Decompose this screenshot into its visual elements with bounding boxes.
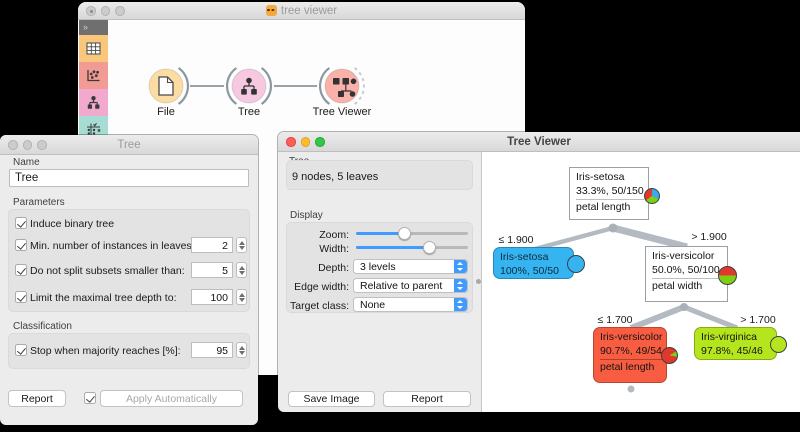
apply-automatically-button[interactable]: Apply Automatically <box>100 390 243 407</box>
edge-label: > 1.700 <box>740 314 775 326</box>
widget-label-tree-viewer: Tree Viewer <box>313 106 372 118</box>
name-section-label: Name <box>13 157 40 168</box>
widget-tree-viewer[interactable] <box>320 68 364 104</box>
dropdown-arrows-icon <box>454 298 467 311</box>
width-slider[interactable] <box>356 241 468 254</box>
class-distribution-pie <box>770 336 787 353</box>
min-instances-checkbox[interactable] <box>15 239 27 251</box>
tree-info-box: 9 nodes, 5 leaves <box>286 160 473 190</box>
dropdown-arrows-icon <box>454 279 467 292</box>
widget-file[interactable] <box>149 68 188 104</box>
node-class: Iris-virginica <box>701 331 776 345</box>
node-stat: 50.0%, 50/100 <box>652 264 727 278</box>
node-split-attr: petal length <box>576 201 648 215</box>
collapse-handle[interactable] <box>609 224 618 233</box>
zoom-slider[interactable] <box>356 227 468 240</box>
depth-label: Depth: <box>287 262 349 274</box>
target-class-value: None <box>360 299 385 311</box>
edge-label: > 1.900 <box>691 231 726 243</box>
collapse-handle[interactable] <box>680 303 688 311</box>
depth-value: 3 levels <box>360 261 396 273</box>
max-depth-label: Limit the maximal tree depth to: <box>30 292 176 304</box>
target-class-select[interactable]: None <box>353 297 468 312</box>
tree-scene[interactable]: Iris-setosa 33.3%, 50/150 petal length I… <box>481 152 800 412</box>
majority-label: Stop when majority reaches [%]: <box>30 345 181 357</box>
width-slider-knob[interactable] <box>423 241 436 254</box>
node-stat: 90.7%, 49/54 <box>600 345 666 359</box>
widget-label-file: File <box>157 106 175 118</box>
width-slider-label: Width: <box>287 243 349 255</box>
majority-checkbox[interactable] <box>15 344 27 356</box>
node-leaf-count: 9 nodes, 5 leaves <box>292 171 378 183</box>
binary-tree-checkbox[interactable] <box>15 217 27 229</box>
no-split-label: Do not split subsets smaller than: <box>30 265 185 277</box>
classification-section-label: Classification <box>13 321 72 332</box>
node-stat: 100%, 50/50 <box>500 265 573 279</box>
min-instances-label: Min. number of instances in leaves: <box>30 240 195 252</box>
viewer-report-button[interactable]: Report <box>383 391 471 407</box>
name-input[interactable] <box>9 169 249 187</box>
parameters-group: Induce binary tree Min. number of instan… <box>8 209 250 312</box>
tree-viewer-titlebar: Tree Viewer <box>278 132 800 152</box>
binary-tree-label: Induce binary tree <box>30 218 114 230</box>
tree-node-root[interactable]: Iris-setosa 33.3%, 50/150 petal length <box>569 167 649 220</box>
node-class: Iris-setosa <box>576 171 648 185</box>
display-group: Zoom: Width: Depth: 3 levels Edge width:… <box>286 222 473 313</box>
tree-node-virginica-leaf[interactable]: Iris-virginica 97.8%, 45/46 <box>694 327 777 360</box>
widget-tree[interactable] <box>227 68 271 104</box>
node-split-attr: petal width <box>652 280 727 294</box>
no-split-spinbox[interactable]: 5 <box>191 262 233 278</box>
node-split-attr: petal length <box>600 361 666 375</box>
tree-viewer-title: Tree Viewer <box>278 136 800 148</box>
tree-dialog-window: Tree Name Parameters Induce binary tree … <box>0 135 258 425</box>
majority-spinbox[interactable]: 95 <box>191 342 233 358</box>
class-distribution-pie <box>718 266 737 285</box>
no-split-stepper[interactable] <box>236 262 247 278</box>
classification-group: Stop when majority reaches [%]: 95 <box>8 333 250 369</box>
edge-width-label: Edge width: <box>287 281 349 293</box>
widget-label-tree: Tree <box>238 106 260 118</box>
apply-auto-checkbox[interactable] <box>84 392 96 404</box>
class-distribution-pie <box>567 255 585 273</box>
no-split-checkbox[interactable] <box>15 264 27 276</box>
class-distribution-pie <box>644 188 660 204</box>
class-distribution-pie <box>661 347 678 364</box>
parameters-section-label: Parameters <box>13 197 65 208</box>
min-instances-stepper[interactable] <box>236 237 247 253</box>
dropdown-arrows-icon <box>454 260 467 273</box>
display-section-label: Display <box>290 210 323 221</box>
edge-label: ≤ 1.700 <box>598 314 633 326</box>
tree-node-versicolor-2[interactable]: Iris-versicolor 90.7%, 49/54 petal lengt… <box>593 327 667 383</box>
node-class: Iris-versicolor <box>600 331 666 345</box>
target-class-label: Target class: <box>287 300 349 312</box>
report-button[interactable]: Report <box>8 390 66 407</box>
edge-width-select[interactable]: Relative to parent <box>353 278 468 293</box>
save-image-button[interactable]: Save Image <box>288 391 375 407</box>
max-depth-spinbox[interactable]: 100 <box>191 289 233 305</box>
tree-viewer-window: Tree Viewer Tree 9 nodes, 5 leaves Displ… <box>278 132 800 412</box>
desktop: tree viewer » <box>0 0 800 432</box>
majority-stepper[interactable] <box>236 342 247 358</box>
zoom-slider-label: Zoom: <box>287 229 349 241</box>
edge-width-value: Relative to parent <box>360 280 442 292</box>
node-class: Iris-setosa <box>500 251 573 265</box>
collapse-handle[interactable] <box>628 386 635 393</box>
edge-label: ≤ 1.900 <box>499 234 534 246</box>
tree-dialog-titlebar: Tree <box>0 135 258 155</box>
max-depth-stepper[interactable] <box>236 289 247 305</box>
file-icon <box>159 77 173 95</box>
tree-node-setosa-leaf[interactable]: Iris-setosa 100%, 50/50 <box>493 247 574 279</box>
tree-node-versicolor[interactable]: Iris-versicolor 50.0%, 50/100 petal widt… <box>645 246 728 302</box>
depth-select[interactable]: 3 levels <box>353 259 468 274</box>
tree-dialog-title: Tree <box>0 139 258 151</box>
node-stat: 97.8%, 45/46 <box>701 345 776 359</box>
min-instances-spinbox[interactable]: 2 <box>191 237 233 253</box>
node-stat: 33.3%, 50/150 <box>576 185 648 199</box>
zoom-slider-knob[interactable] <box>398 227 411 240</box>
node-class: Iris-versicolor <box>652 250 727 264</box>
max-depth-checkbox[interactable] <box>15 291 27 303</box>
